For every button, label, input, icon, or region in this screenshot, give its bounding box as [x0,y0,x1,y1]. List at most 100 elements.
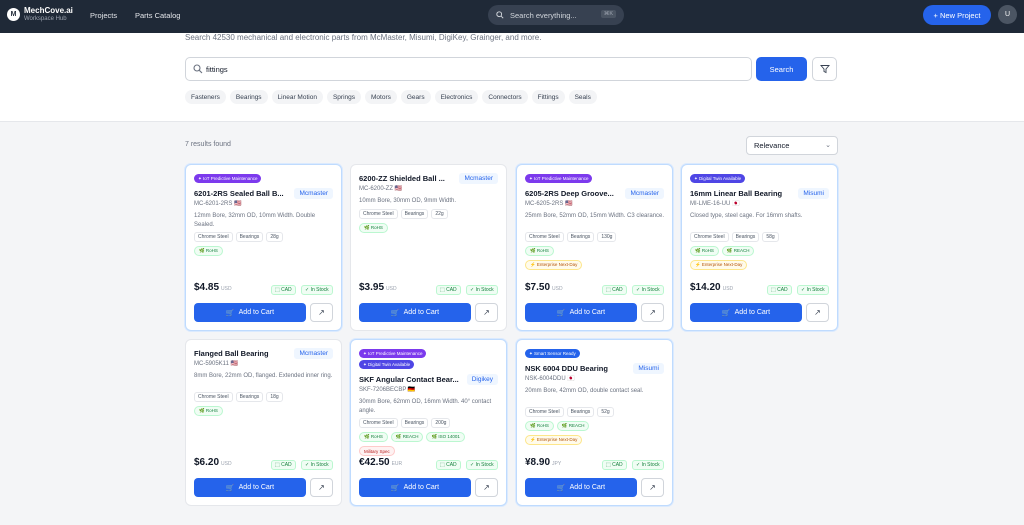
open-external-button[interactable]: ↗ [475,478,498,497]
search-icon [496,11,504,19]
product-title[interactable]: 6205-2RS Deep Groove... [525,189,625,198]
product-title[interactable]: 16mm Linear Ball Bearing [690,189,790,198]
chip-springs[interactable]: Springs [326,90,361,104]
stock-status: ✓ In Stock [632,285,664,295]
price-currency: USD [221,286,232,292]
cert-badge: 🌿 ISO 14001 [426,432,465,442]
chip-linear-motion[interactable]: Linear Motion [271,90,323,104]
spec-tag: Bearings [566,407,595,417]
nav-projects[interactable]: Projects [90,11,117,20]
spec-tag: Chrome Steel [690,232,729,242]
nav-parts-catalog[interactable]: Parts Catalog [135,11,180,20]
open-external-button[interactable]: ↗ [641,478,664,497]
stock-status: ✓ In Stock [301,285,333,295]
spec-tag: Chrome Steel [359,209,398,219]
price-value: $6.20 [194,457,220,468]
spec-tag: Chrome Steel [194,232,233,242]
feature-badge: ✦ Digital Twin Available [690,174,746,183]
cert-badge: 🌿 REACH [390,432,424,442]
cad-badge[interactable]: ⬚ CAD [436,460,461,470]
new-project-button[interactable]: + New Project [923,5,991,25]
product-sku: SKF-7206BECBP 🇩🇪 [359,387,416,393]
certifications: 🌿 RoHS [359,223,388,233]
cert-badge: 🌿 RoHS [525,421,554,431]
product-card[interactable]: Flanged Ball Bearing Mcmaster MC-5905K11 🇺… [185,339,342,506]
chip-fittings[interactable]: Fittings [531,90,565,104]
chip-connectors[interactable]: Connectors [482,90,528,104]
brand-subtitle: Workspace Hub [24,16,67,22]
spec-tags: Chrome Steel Bearings 18g [194,392,283,402]
chip-bearings[interactable]: Bearings [229,90,268,104]
avatar[interactable]: U [998,5,1017,24]
vendor-badge: Misumi [798,188,829,199]
global-search-input[interactable]: Search everything... ⌘K [488,5,624,25]
product-card[interactable]: ✦ IoT Predictive Maintenance 6205-2RS Dee… [516,164,673,331]
product-description: 20mm Bore, 42mm OD, double contact seal. [525,388,644,394]
logo-icon[interactable]: M [7,8,20,21]
open-external-button[interactable]: ↗ [310,478,333,497]
add-to-cart-button[interactable]: 🛒 Add to Cart [525,303,637,322]
add-to-cart-button[interactable]: 🛒 Add to Cart [194,303,306,322]
parts-search-input[interactable]: fittings [185,57,752,81]
chip-seals[interactable]: Seals [568,90,597,104]
cad-badge[interactable]: ⬚ CAD [436,285,461,295]
product-title[interactable]: 6200-ZZ Shielded Ball ... [359,174,459,183]
cad-badge[interactable]: ⬚ CAD [602,285,627,295]
price-currency: USD [386,286,397,292]
spec-tags: Chrome Steel Bearings 52g [525,407,614,417]
cad-badge[interactable]: ⬚ CAD [602,460,627,470]
chip-electronics[interactable]: Electronics [434,90,479,104]
brand-name: MechCove.ai [24,6,73,15]
price-currency: EUR [391,461,403,467]
price-currency: USD [552,286,563,292]
add-to-cart-button[interactable]: 🛒 Add to Cart [690,303,802,322]
product-title[interactable]: SKF Angular Contact Bear... [359,375,459,384]
product-price: $14.20 USD [690,282,733,293]
cad-badge[interactable]: ⬚ CAD [767,285,792,295]
product-title[interactable]: NSK 6004 DDU Bearing [525,364,625,373]
cad-badge[interactable]: ⬚ CAD [271,460,296,470]
feature-badge: ✦ IoT Predictive Maintenance [359,349,427,358]
certifications: 🌿 RoHS [525,246,554,256]
stock-status: ✓ In Stock [797,285,829,295]
add-to-cart-button[interactable]: 🛒 Add to Cart [194,478,306,497]
product-card[interactable]: 6200-ZZ Shielded Ball ... Mcmaster MC-6200… [350,164,507,331]
price-value: €42.50 [359,457,390,468]
filter-button[interactable] [812,57,837,81]
vendor-badge: Mcmaster [625,188,664,199]
special-badge: ⚡ Enterprise Next-Day [690,260,748,270]
chip-gears[interactable]: Gears [400,90,431,104]
product-card[interactable]: ✦ IoT Predictive Maintenance ✦ Digital Tw… [350,339,507,506]
add-to-cart-button[interactable]: 🛒 Add to Cart [359,303,471,322]
external-link-icon: ↗ [814,308,821,317]
product-title[interactable]: Flanged Ball Bearing [194,349,294,358]
product-description: 10mm Bore, 30mm OD, 9mm Width. [359,198,457,204]
open-external-button[interactable]: ↗ [475,303,498,322]
top-navbar: M MechCove.ai Workspace Hub Projects Par… [0,0,1024,33]
spec-tag: Chrome Steel [194,392,233,402]
cad-badge[interactable]: ⬚ CAD [271,285,296,295]
open-external-button[interactable]: ↗ [641,303,664,322]
feature-badge: ✦ IoT Predictive Maintenance [194,174,262,183]
product-description: 8mm Bore, 22mm OD, flanged. Extended inn… [194,373,333,379]
search-button[interactable]: Search [756,57,807,81]
cert-badge: 🌿 RoHS [525,246,554,256]
product-price: $4.85 USD [194,282,232,293]
brand[interactable]: MechCove.ai Workspace Hub [24,6,73,24]
stock-status: ✓ In Stock [466,460,498,470]
product-title[interactable]: 6201-2RS Sealed Ball B... [194,189,294,198]
add-to-cart-label: Add to Cart [238,309,275,316]
product-card[interactable]: ✦ Digital Twin Available 16mm Linear Ball… [681,164,838,331]
add-to-cart-button[interactable]: 🛒 Add to Cart [359,478,471,497]
product-card[interactable]: ✦ IoT Predictive Maintenance 6201-2RS Sea… [185,164,342,331]
chip-fasteners[interactable]: Fasteners [185,90,226,104]
add-to-cart-button[interactable]: 🛒 Add to Cart [525,478,637,497]
spec-tag: 200g [431,418,451,428]
open-external-button[interactable]: ↗ [310,303,333,322]
open-external-button[interactable]: ↗ [806,303,829,322]
sort-select[interactable]: Relevance ⌄ [746,136,838,155]
spec-tag: 18g [266,392,283,402]
product-card[interactable]: ✦ Smart Sensor Ready NSK 6004 DDU Bearing… [516,339,673,506]
certifications: 🌿 RoHS 🌿 REACH [525,421,590,431]
chip-motors[interactable]: Motors [365,90,397,104]
